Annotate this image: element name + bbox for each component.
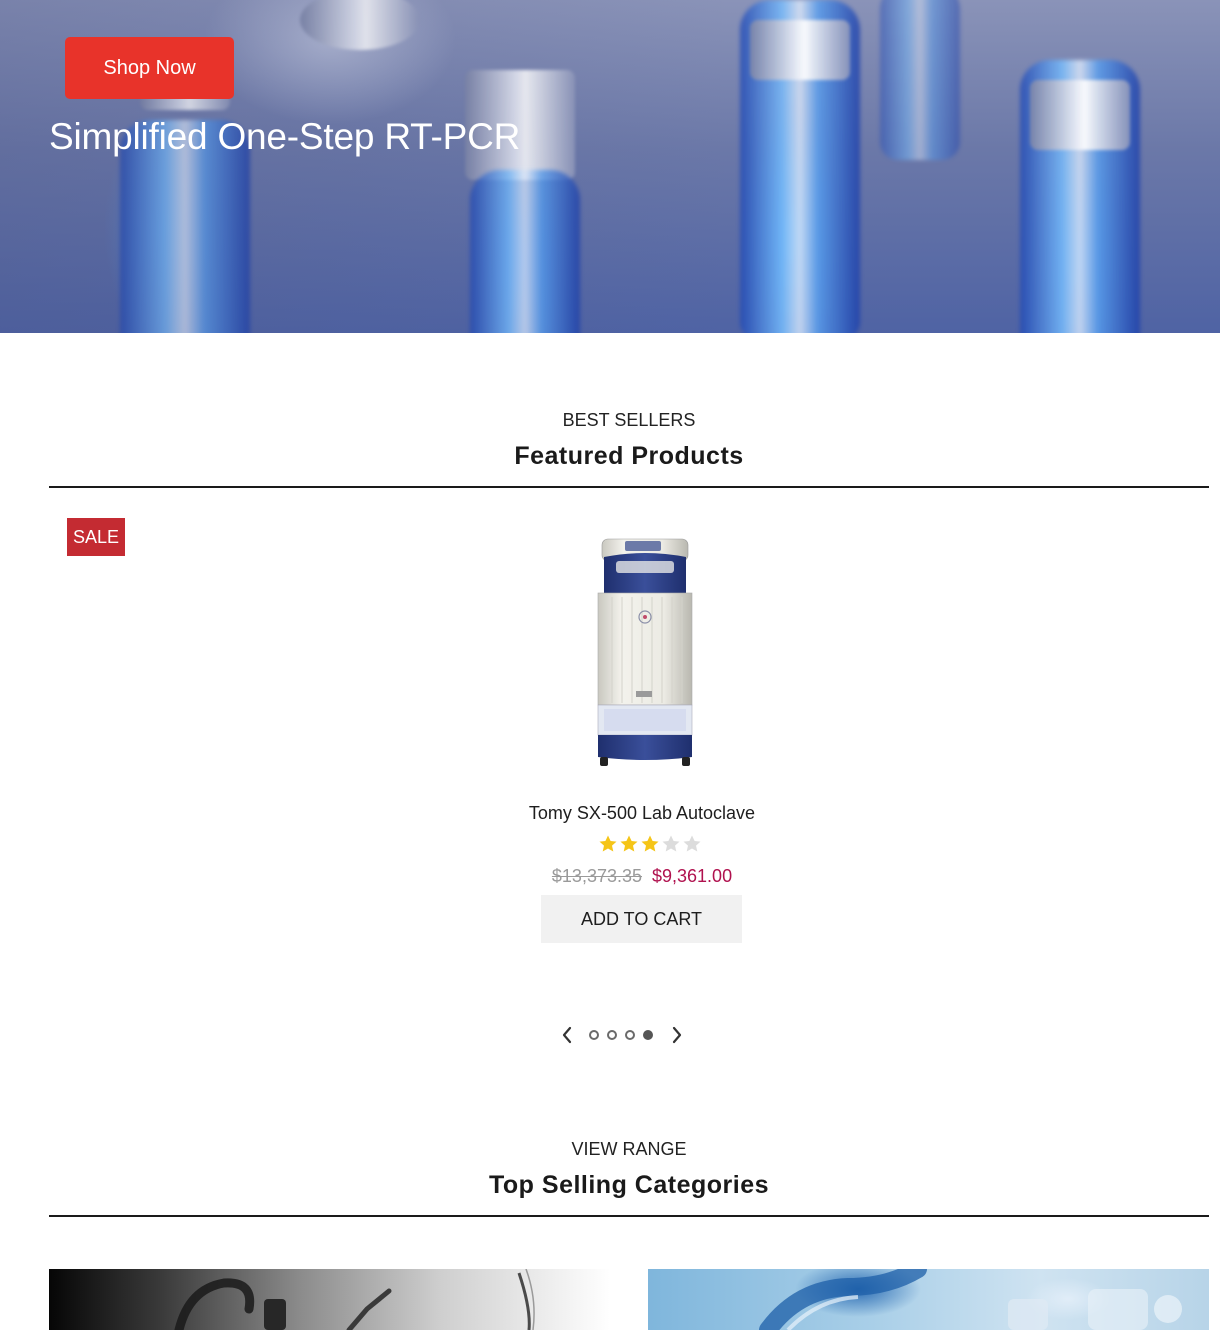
product-price: $13,373.35 $9,361.00 xyxy=(442,866,842,887)
carousel-nav xyxy=(555,1022,689,1048)
product-image[interactable] xyxy=(590,535,700,770)
star-icon xyxy=(620,835,638,852)
carousel-dots xyxy=(589,1030,653,1040)
carousel-dot[interactable] xyxy=(607,1030,617,1040)
featured-title: Featured Products xyxy=(514,442,744,470)
hero-title: Simplified One-Step RT-PCR xyxy=(49,116,521,157)
product-rating xyxy=(598,834,702,854)
featured-kicker: BEST SELLERS xyxy=(562,410,696,430)
category-image xyxy=(174,1269,535,1330)
category-image xyxy=(759,1269,1182,1330)
carousel-dot[interactable] xyxy=(589,1030,599,1040)
product-name[interactable]: Tomy SX-500 Lab Autoclave xyxy=(442,803,842,824)
star-icon xyxy=(683,835,701,852)
carousel-dot[interactable] xyxy=(643,1030,653,1040)
shop-now-button[interactable]: Shop Now xyxy=(65,37,234,99)
categories-divider xyxy=(49,1215,1209,1217)
star-icon xyxy=(599,835,617,852)
categories-kicker: VIEW RANGE xyxy=(571,1139,687,1159)
star-icon xyxy=(662,835,680,852)
sale-price: $9,361.00 xyxy=(652,866,733,886)
sale-badge: SALE xyxy=(67,518,125,556)
star-icon xyxy=(641,835,659,852)
chevron-left-icon[interactable] xyxy=(555,1022,579,1048)
chevron-right-icon[interactable] xyxy=(665,1022,689,1048)
category-tile[interactable] xyxy=(49,1269,610,1330)
carousel-dot[interactable] xyxy=(625,1030,635,1040)
category-tile[interactable] xyxy=(648,1269,1209,1330)
featured-divider xyxy=(49,486,1209,488)
original-price: $13,373.35 xyxy=(551,866,642,886)
add-to-cart-button[interactable]: ADD TO CART xyxy=(541,895,742,943)
categories-title: Top Selling Categories xyxy=(488,1171,770,1199)
hero-banner: Shop Now Simplified One-Step RT-PCR xyxy=(0,0,1220,333)
